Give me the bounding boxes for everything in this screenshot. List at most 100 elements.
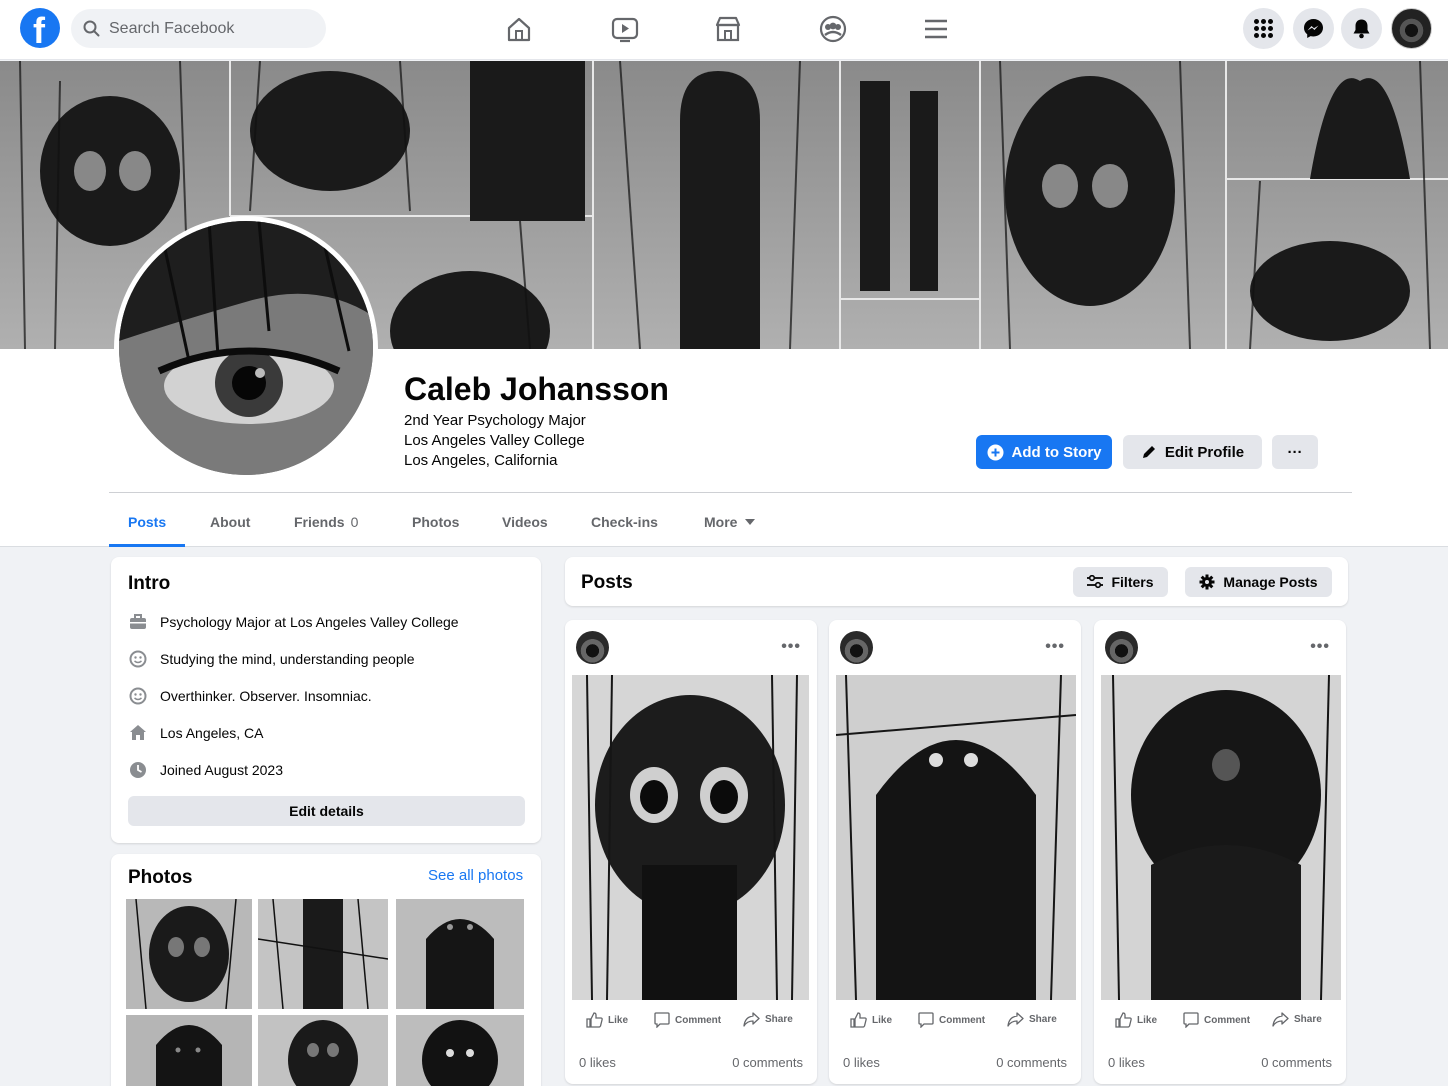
tab-about[interactable]: About [210,514,250,530]
menu-hamburger-icon[interactable] [921,14,951,44]
tab-check-ins[interactable]: Check-ins [591,514,658,530]
post-card: ••• Like Comment Share 0 likes 0 comment… [829,620,1081,1084]
tab-more[interactable]: More [704,514,756,530]
post-image[interactable] [836,675,1076,1000]
post-stats: 0 likes 0 comments [579,1055,803,1070]
share-button[interactable]: Share [743,1012,793,1027]
share-icon [1007,1012,1024,1027]
manage-posts-button[interactable]: Manage Posts [1185,567,1332,597]
thumbs-up-icon [850,1012,867,1028]
edit-profile-button[interactable]: Edit Profile [1123,435,1262,469]
edit-details-button[interactable]: Edit details [128,796,525,826]
share-icon [743,1012,760,1027]
add-to-story-button[interactable]: Add to Story [976,435,1112,469]
like-button[interactable]: Like [1115,1012,1157,1028]
profile-more-button[interactable]: ··· [1272,435,1318,469]
comment-button[interactable]: Comment [918,1012,985,1028]
messenger-icon [1304,19,1323,38]
posts-title: Posts [581,572,633,593]
post-options-icon[interactable]: ••• [1045,638,1065,656]
photo-thumbnail[interactable] [258,899,388,1009]
photo-thumbnail[interactable] [258,1015,388,1086]
watch-video-icon[interactable] [610,14,640,44]
groups-icon[interactable] [818,14,848,44]
thumbs-up-icon [1115,1012,1132,1028]
notifications-button[interactable] [1341,8,1382,49]
messenger-button[interactable] [1293,8,1334,49]
eye-portrait-image [119,221,373,475]
post-image[interactable] [572,675,809,1000]
post-author-avatar[interactable] [576,631,609,664]
post-options-icon[interactable]: ••• [1310,638,1330,656]
bio-line-3: Los Angeles, California [404,452,558,469]
intro-item-joined: Joined August 2023 [128,760,283,779]
see-all-photos-link[interactable]: See all photos [428,867,523,884]
post-card: ••• Like Comment Share 0 likes 0 comment… [1094,620,1346,1084]
clock-icon [129,761,146,778]
comment-icon [654,1012,670,1028]
comment-icon [918,1012,934,1028]
comments-count[interactable]: 0 comments [732,1055,803,1070]
marketplace-icon[interactable] [713,14,743,44]
post-author-avatar[interactable] [1105,631,1138,664]
tab-videos[interactable]: Videos [502,514,548,530]
intro-item-traits: Overthinker. Observer. Insomniac. [128,686,372,705]
post-author-avatar[interactable] [840,631,873,664]
comment-button[interactable]: Comment [1183,1012,1250,1028]
smiley-icon [129,687,146,704]
profile-name: Caleb Johansson [404,371,669,407]
apps-menu-button[interactable] [1243,8,1284,49]
like-button[interactable]: Like [850,1012,892,1028]
post-stats: 0 likes 0 comments [843,1055,1067,1070]
post-actions-bar: Like Comment Share [565,1012,817,1034]
likes-count: 0 likes [1108,1055,1145,1070]
top-nav-bar: f [0,0,1448,60]
photo-thumbnail[interactable] [126,1015,252,1086]
friends-count: 0 [350,514,359,530]
briefcase-icon [129,613,146,629]
search-icon [83,20,100,37]
photos-title: Photos [128,867,193,888]
bell-icon [1353,19,1370,39]
share-icon [1272,1012,1289,1027]
post-actions-bar: Like Comment Share [829,1012,1081,1034]
gear-icon [1199,574,1215,590]
profile-picture[interactable] [114,216,378,480]
caret-down-icon [745,519,756,525]
smiley-icon [129,650,146,667]
manage-posts-label: Manage Posts [1223,574,1318,590]
like-button[interactable]: Like [586,1012,628,1028]
likes-count: 0 likes [579,1055,616,1070]
plus-circle-icon [987,444,1003,460]
share-button[interactable]: Share [1007,1012,1057,1027]
share-button[interactable]: Share [1272,1012,1322,1027]
post-actions-bar: Like Comment Share [1094,1012,1346,1034]
post-stats: 0 likes 0 comments [1108,1055,1332,1070]
search-box[interactable] [71,9,326,48]
intro-item-work: Psychology Major at Los Angeles Valley C… [128,612,459,631]
account-avatar[interactable] [1391,8,1432,49]
tab-photos[interactable]: Photos [412,514,459,530]
post-image[interactable] [1101,675,1341,1000]
comment-button[interactable]: Comment [654,1012,721,1028]
comment-icon [1183,1012,1199,1028]
comments-count[interactable]: 0 comments [996,1055,1067,1070]
active-tab-indicator [109,544,185,547]
add-to-story-label: Add to Story [1011,443,1102,461]
home-icon[interactable] [504,14,534,44]
bio-line-1: 2nd Year Psychology Major [404,412,586,429]
bio-line-2: Los Angeles Valley College [404,432,585,449]
photo-thumbnail[interactable] [396,899,524,1009]
tab-posts[interactable]: Posts [128,514,166,530]
search-input[interactable] [109,9,319,48]
facebook-logo-icon[interactable]: f [20,8,60,51]
sliders-icon [1087,575,1104,589]
photo-thumbnail[interactable] [396,1015,524,1086]
post-options-icon[interactable]: ••• [781,638,801,656]
filters-button[interactable]: Filters [1073,567,1168,597]
post-card: ••• Like Comment Share 0 likes 0 comment… [565,620,817,1084]
photo-thumbnail[interactable] [126,899,252,1009]
comments-count[interactable]: 0 comments [1261,1055,1332,1070]
tabs-divider [109,492,1352,493]
tab-friends[interactable]: Friends 0 [294,514,358,530]
